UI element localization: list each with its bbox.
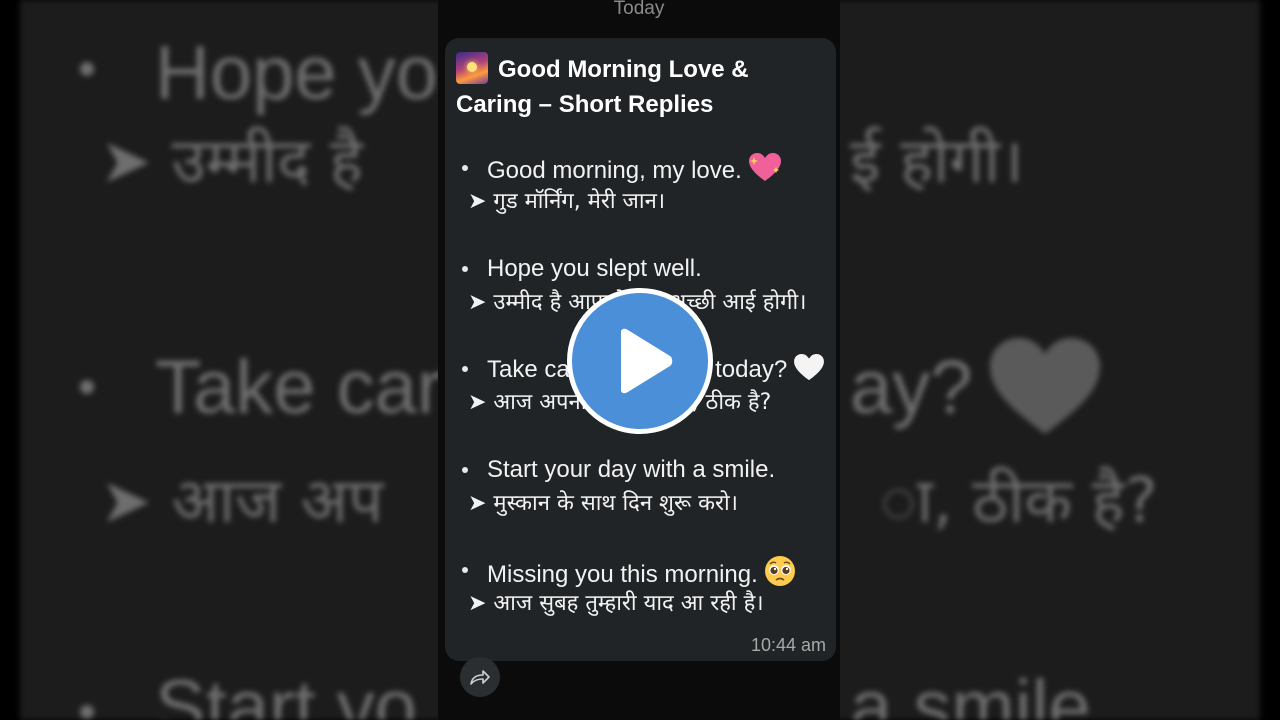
sunrise-icon [456,52,488,84]
english-line: Hope you slept well. [487,255,702,282]
message-title-text: Good Morning Love & Caring – Short Repli… [456,56,749,118]
bg-bullet [80,380,94,394]
english-line: Good morning, my love. [487,157,742,184]
bullet-icon [462,165,468,171]
forward-icon [470,670,490,685]
message-timestamp: 10:44 am [750,635,826,655]
bg-heart-icon [990,338,1100,434]
bg-line: ई होगी। [850,124,1024,197]
white-heart-icon [794,354,825,381]
date-separator: Today [613,0,665,19]
bg-line: ा, ठीक है? [880,464,1158,537]
pleading-face-icon [764,556,795,586]
bg-line: ay? [850,345,973,430]
english-line: Missing you this morning. [487,561,758,588]
bg-line: Start yo [155,665,417,720]
hindi-line: ➤ आज सुबह तुम्हारी याद आ रही है। [468,591,764,616]
bullet-icon [462,467,468,473]
bg-bullet [80,62,94,76]
bg-line: Take car [155,345,443,430]
english-line: Start your day with a smile. [487,456,776,483]
bullet-icon [462,366,468,372]
bg-line: Hope yo [155,31,439,116]
sparkling-heart-icon [748,153,781,181]
forward-button[interactable] [460,657,500,697]
bg-line: ➤ उम्मीद है [100,124,363,197]
play-button[interactable] [567,288,713,434]
bullet-icon [462,567,468,573]
message-title: Good Morning Love & Caring – Short Repli… [456,52,826,122]
bullet-icon [462,266,468,272]
bg-line: a smile [850,665,1091,720]
play-icon [621,328,673,394]
bg-line: ➤ आज अप [100,464,384,537]
hindi-line: ➤ मुस्कान के साथ दिन शुरू करो। [468,491,739,516]
bg-bullet [80,705,94,719]
hindi-line: ➤ गुड मॉर्निंग, मेरी जान। [468,189,666,214]
